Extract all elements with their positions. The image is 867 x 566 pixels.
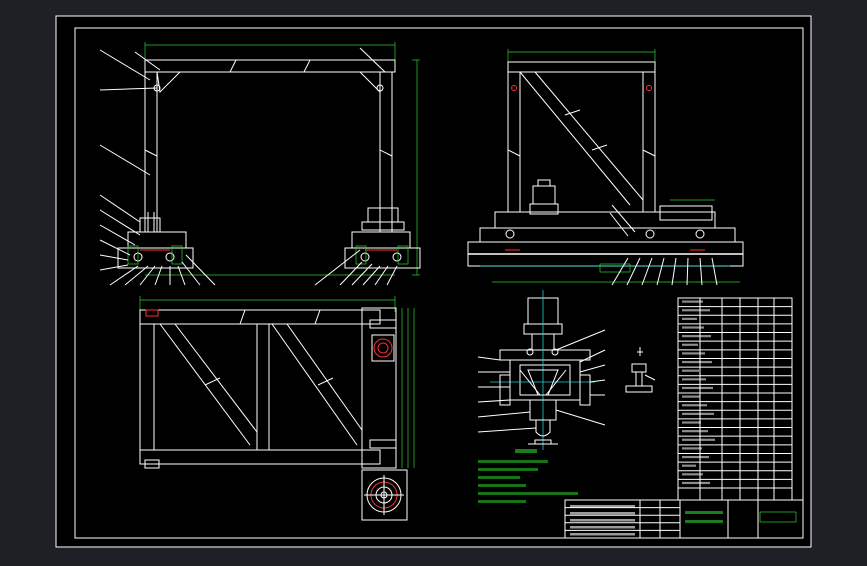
parts-row-text xyxy=(682,447,702,450)
parts-row-text xyxy=(682,326,704,329)
parts-row-text xyxy=(682,378,706,381)
parts-row-text xyxy=(682,473,703,476)
parts-row-text xyxy=(682,421,701,424)
drawing-area xyxy=(55,15,812,548)
parts-row-text xyxy=(682,343,698,346)
parts-row-text xyxy=(682,386,713,390)
parts-row-text xyxy=(682,360,712,364)
parts-row-text xyxy=(682,464,696,467)
parts-row-text xyxy=(682,438,715,441)
parts-row-text xyxy=(682,317,697,320)
parts-row-text xyxy=(682,369,699,372)
parts-row-text xyxy=(682,352,705,355)
parts-row-text xyxy=(682,395,700,398)
parts-row-text xyxy=(682,412,714,415)
parts-row-text xyxy=(682,335,711,338)
parts-row-text xyxy=(682,481,710,485)
parts-row-text xyxy=(682,455,709,459)
drawing-canvas xyxy=(0,0,867,562)
cad-drawing-sheet xyxy=(0,0,867,562)
parts-row-text xyxy=(682,309,710,312)
parts-row-text xyxy=(682,404,707,407)
parts-row-text xyxy=(682,300,703,303)
parts-row-text xyxy=(682,430,708,433)
